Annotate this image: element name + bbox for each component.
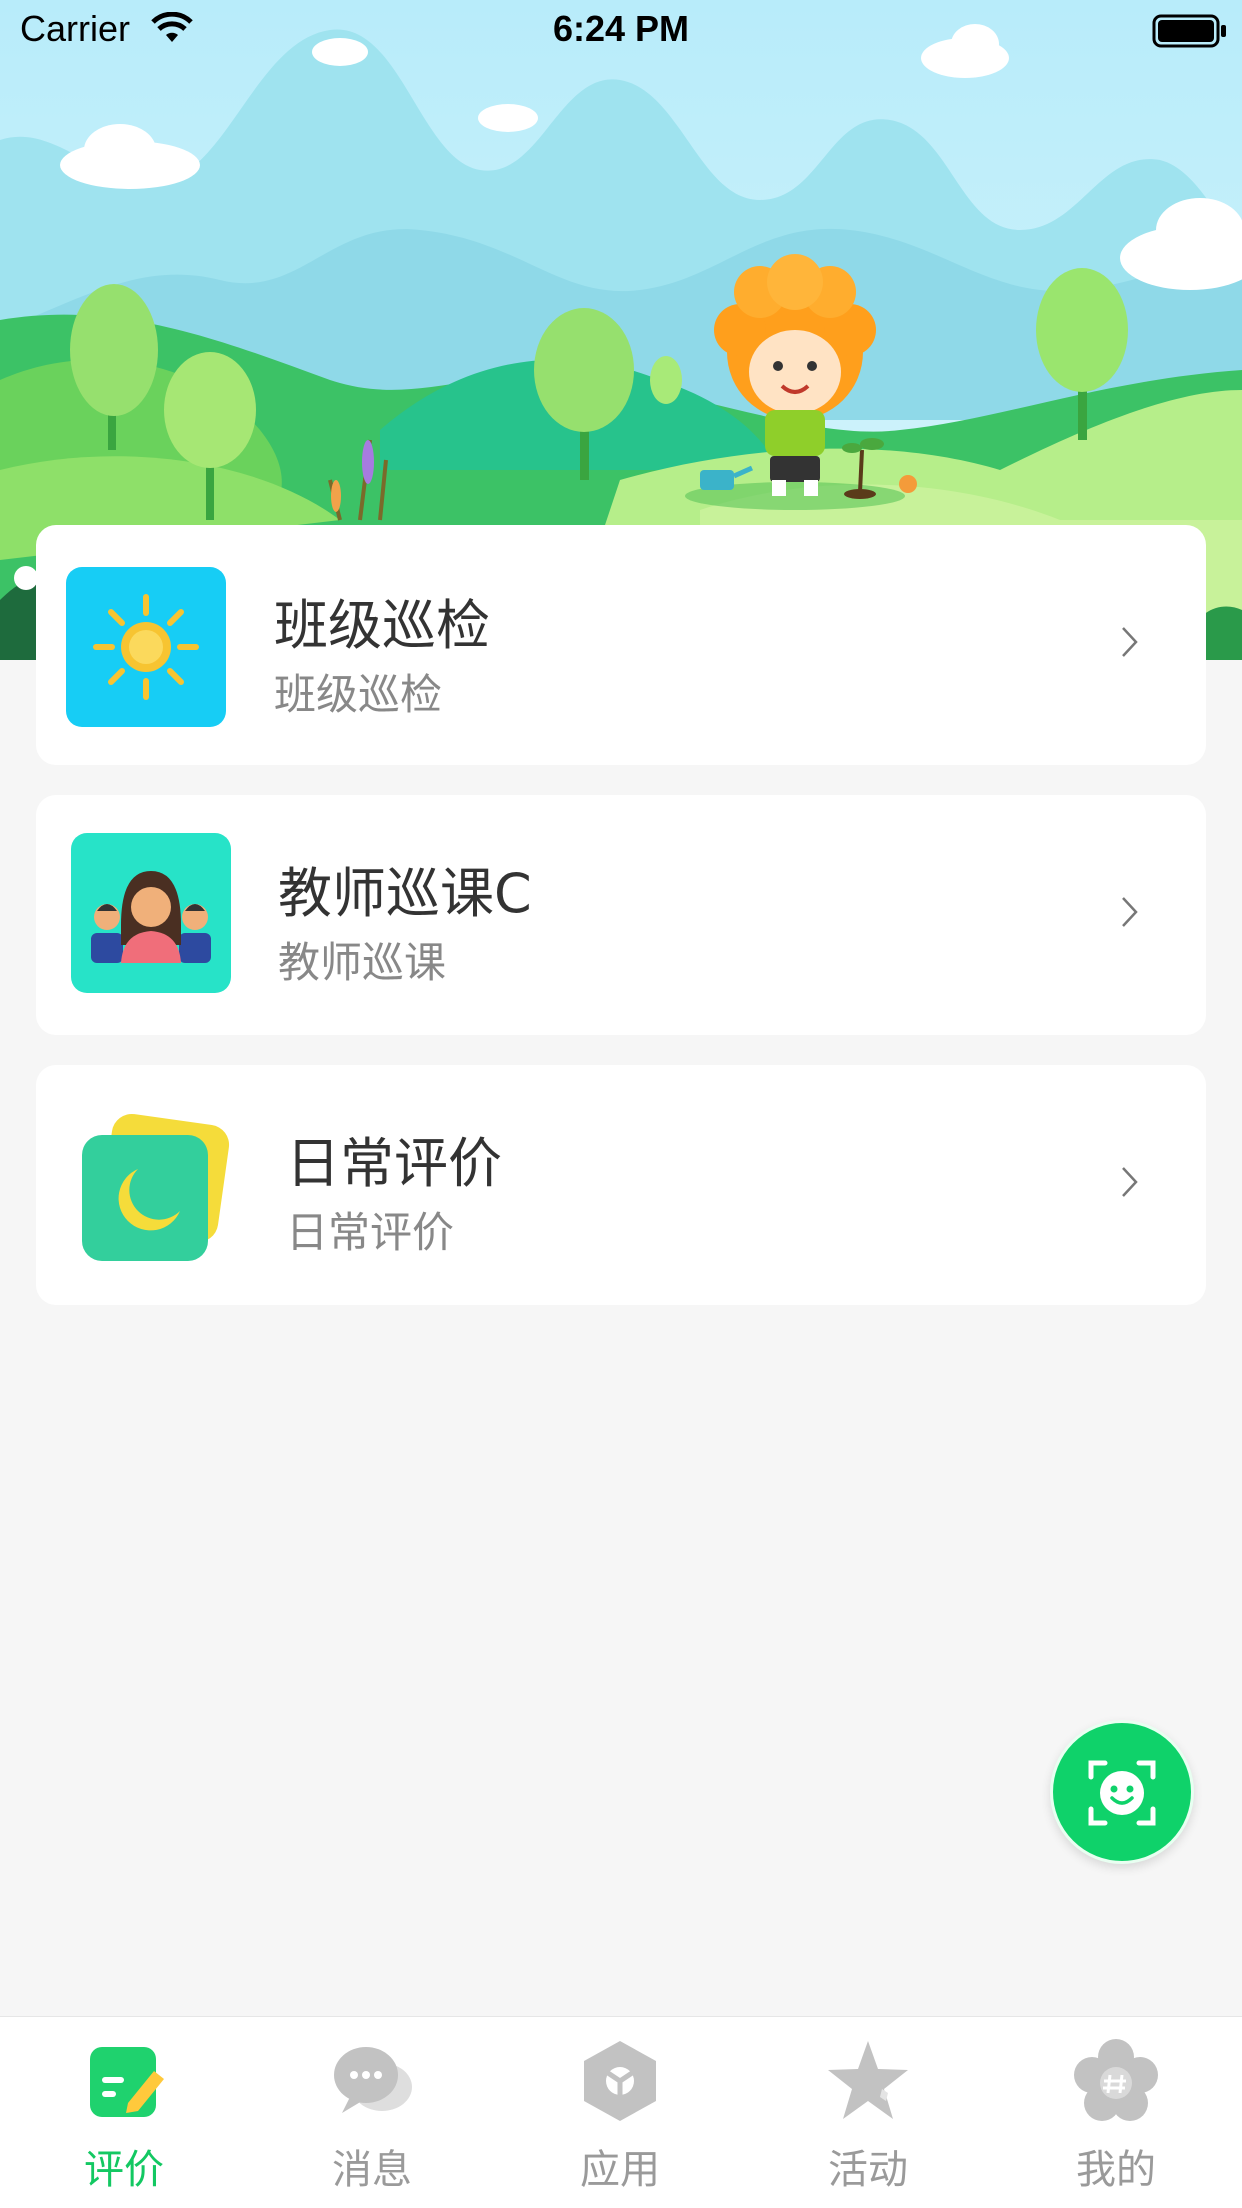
evaluate-icon: [90, 2047, 164, 2117]
profile-flower-icon: [1074, 2039, 1158, 2121]
card-subtitle: 教师巡课: [278, 938, 447, 987]
tab-label: 应用: [580, 2147, 660, 2193]
apps-icon: [584, 2041, 656, 2121]
face-scan-icon: [1088, 1760, 1156, 1826]
card-title: 教师巡课C: [278, 862, 532, 925]
tab-evaluate[interactable]: 评价: [0, 2017, 248, 2208]
card-subtitle: 班级巡检: [274, 670, 443, 719]
tab-label: 我的: [1076, 2147, 1156, 2193]
sun-icon: [66, 567, 226, 727]
status-bar: Carrier 6:24 PM: [0, 0, 1242, 62]
teacher-group-icon: [71, 833, 231, 993]
tab-profile[interactable]: 我的: [992, 2017, 1240, 2208]
tab-label: 活动: [828, 2147, 908, 2193]
card-class-inspection[interactable]: 班级巡检 班级巡检: [36, 525, 1206, 765]
chevron-right-icon: [1120, 1165, 1140, 1203]
tab-bar: 评价 消息 应用 活动 我的: [0, 2016, 1242, 2208]
moon-icon: [76, 1111, 236, 1271]
tab-activities[interactable]: 活动: [744, 2017, 992, 2208]
card-title: 日常评价: [286, 1132, 502, 1195]
chevron-right-icon: [1120, 895, 1140, 933]
message-icon: [334, 2047, 412, 2113]
card-title: 班级巡检: [274, 594, 490, 657]
battery-icon: [1152, 14, 1228, 52]
tab-label: 消息: [332, 2147, 412, 2193]
tab-apps[interactable]: 应用: [496, 2017, 744, 2208]
chevron-right-icon: [1120, 625, 1140, 663]
card-teacher-patrol[interactable]: 教师巡课C 教师巡课: [36, 795, 1206, 1035]
tab-label: 评价: [84, 2147, 164, 2193]
face-scan-button[interactable]: [1050, 1720, 1194, 1864]
tab-messages[interactable]: 消息: [248, 2017, 496, 2208]
clock-time: 6:24 PM: [552, 8, 690, 49]
card-daily-evaluation[interactable]: 日常评价 日常评价: [36, 1065, 1206, 1305]
star-icon: [828, 2041, 908, 2119]
card-subtitle: 日常评价: [286, 1208, 455, 1257]
